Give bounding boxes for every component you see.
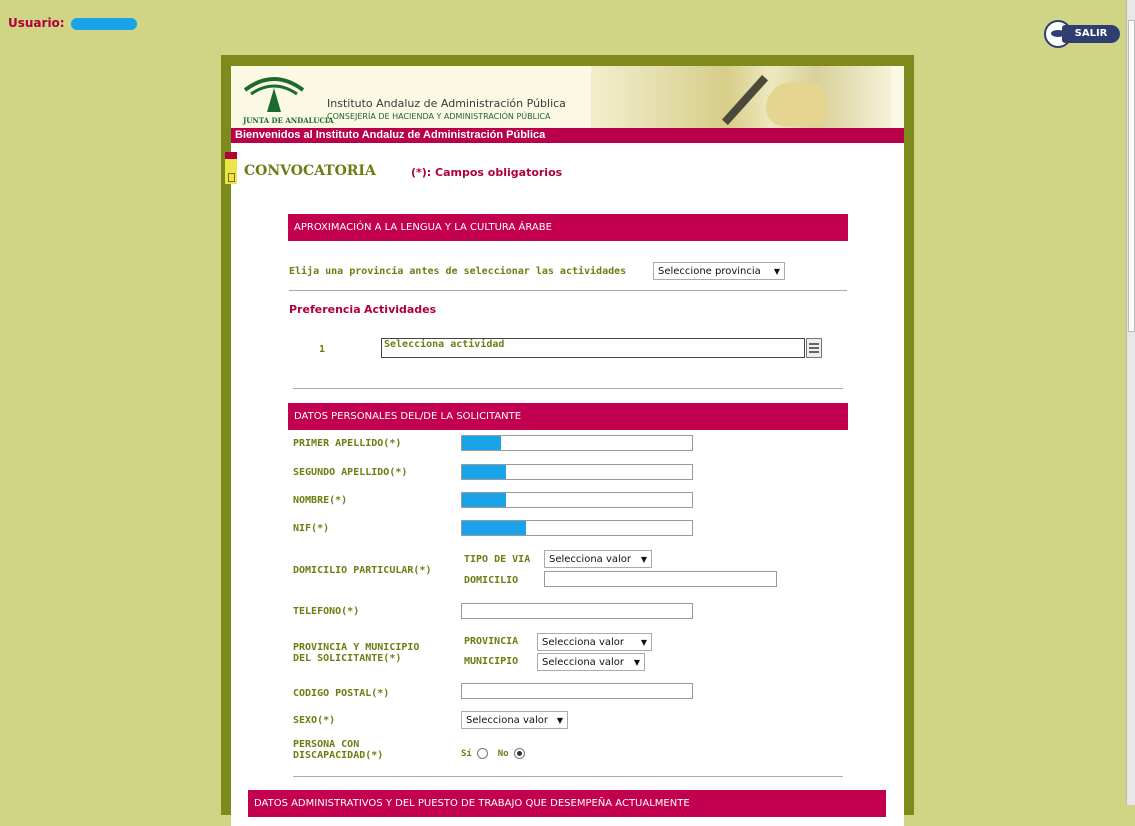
redaction-mask bbox=[462, 521, 527, 535]
junta-logo: JUNTA DE ANDALUCIA bbox=[241, 72, 334, 125]
exit-label: SALIR bbox=[1062, 25, 1120, 43]
no-radio[interactable] bbox=[513, 748, 525, 759]
name-input[interactable] bbox=[461, 492, 693, 508]
user-name-masked bbox=[70, 17, 137, 30]
municipality-label: MUNICIPIO bbox=[464, 656, 519, 667]
redaction-mask bbox=[462, 465, 506, 479]
junta-logo-icon bbox=[243, 77, 305, 112]
required-note: (*): Campos obligatorios bbox=[411, 166, 563, 179]
divider bbox=[293, 388, 843, 389]
prov-mun-label: PROVINCIA Y MUNICIPIO DEL SOLICITANTE(*) bbox=[293, 642, 419, 664]
activity-field[interactable]: Selecciona actividad bbox=[381, 338, 805, 358]
postal-code-input[interactable] bbox=[461, 683, 693, 699]
divider bbox=[289, 290, 847, 291]
prov-mun-label-line2: DEL SOLICITANTE(*) bbox=[293, 653, 402, 664]
province-prompt: Elija una provincia antes de seleccionar… bbox=[289, 266, 627, 277]
municipality-select[interactable]: Selecciona valor bbox=[537, 653, 645, 672]
junta-logo-text: JUNTA DE ANDALUCIA bbox=[243, 116, 334, 125]
yes-label: Sí bbox=[461, 749, 472, 759]
course-section-header: APROXIMACIÓN A LA LENGUA Y LA CULTURA ÁR… bbox=[288, 214, 848, 241]
activities-header: Actividades bbox=[364, 303, 437, 316]
admin-section-header: DATOS ADMINISTRATIVOS Y DEL PUESTO DE TR… bbox=[248, 790, 886, 817]
welcome-bar: Bienvenidos al Instituto Andaluz de Admi… bbox=[231, 128, 904, 143]
first-surname-label: PRIMER APELLIDO(*) bbox=[293, 438, 402, 449]
sex-label: SEXO(*) bbox=[293, 715, 336, 726]
address-label: DOMICILIO PARTICULAR(*) bbox=[293, 565, 432, 576]
disability-label-line2: DISCAPACIDAD(*) bbox=[293, 750, 384, 761]
scrollbar-thumb[interactable] bbox=[1128, 20, 1135, 332]
yes-radio[interactable] bbox=[477, 748, 489, 759]
road-type-label: TIPO DE VIA bbox=[464, 554, 531, 565]
prov-mun-label-line1: PROVINCIA Y MUNICIPIO bbox=[293, 642, 420, 653]
divider bbox=[293, 776, 843, 777]
domicile-input[interactable] bbox=[544, 571, 777, 587]
road-type-select[interactable]: Selecciona valor bbox=[544, 550, 652, 569]
pen-shape bbox=[721, 75, 769, 125]
redaction-mask bbox=[462, 493, 506, 507]
phone-label: TELEFONO(*) bbox=[293, 606, 360, 617]
exit-button[interactable]: SALIR bbox=[1044, 20, 1124, 48]
disability-label: PERSONA CON DISCAPACIDAD(*) bbox=[293, 739, 383, 761]
hand-shape bbox=[766, 82, 826, 126]
institute-name: Instituto Andaluz de Administración Públ… bbox=[327, 97, 566, 110]
activity-list-icon[interactable] bbox=[806, 338, 822, 358]
header-photo bbox=[591, 66, 891, 128]
province-select[interactable]: Selecciona valor bbox=[537, 633, 652, 652]
disability-options: Sí No bbox=[461, 748, 525, 759]
phone-input[interactable] bbox=[461, 603, 693, 619]
domicile-label: DOMICILIO bbox=[464, 575, 519, 586]
redaction-mask bbox=[462, 436, 502, 450]
content-panel: JUNTA DE ANDALUCIA Instituto Andaluz de … bbox=[225, 66, 904, 826]
user-label: Usuario: bbox=[8, 16, 65, 30]
course-province-select[interactable]: Seleccione provincia bbox=[653, 262, 785, 281]
first-surname-input[interactable] bbox=[461, 435, 693, 451]
council-name: CONSEJERÍA DE HACIENDA Y ADMINISTRACIÓN … bbox=[327, 112, 551, 121]
province-label: PROVINCIA bbox=[464, 636, 519, 647]
second-surname-input[interactable] bbox=[461, 464, 693, 480]
name-label: NOMBRE(*) bbox=[293, 495, 348, 506]
disability-label-line1: PERSONA CON bbox=[293, 739, 360, 750]
nif-input[interactable] bbox=[461, 520, 693, 536]
sex-select[interactable]: Selecciona valor bbox=[461, 711, 568, 730]
nif-label: NIF(*) bbox=[293, 523, 330, 534]
tab-marker-icon bbox=[225, 152, 237, 184]
activity-row-number: 1 bbox=[319, 344, 326, 355]
no-label: No bbox=[497, 749, 509, 759]
main-frame: JUNTA DE ANDALUCIA Instituto Andaluz de … bbox=[221, 55, 914, 826]
personal-section-header: DATOS PERSONALES DEL/DE LA SOLICITANTE bbox=[288, 403, 848, 430]
second-surname-label: SEGUNDO APELLIDO(*) bbox=[293, 467, 408, 478]
page-scrollbar[interactable] bbox=[1126, 0, 1135, 805]
header-banner: JUNTA DE ANDALUCIA Instituto Andaluz de … bbox=[231, 66, 904, 128]
user-bar: Usuario: bbox=[8, 16, 137, 30]
page-title: CONVOCATORIA bbox=[244, 163, 376, 179]
preference-header: Preferencia bbox=[289, 303, 361, 316]
postal-code-label: CODIGO POSTAL(*) bbox=[293, 688, 390, 699]
